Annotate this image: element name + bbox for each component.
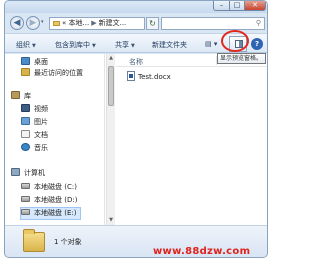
chevron-down-icon: ▼: [32, 43, 36, 49]
search-icon: ⚲: [255, 19, 261, 27]
help-icon[interactable]: ?: [251, 38, 263, 50]
folder-icon: [23, 229, 45, 252]
command-bar: 组织 ▼ 包含到库中 ▼ 共享 ▼ 新建文件夹 ▤ ▾ ?: [5, 33, 267, 53]
address-row: ◀ ▶ ▾ « 本地... ▶ 新建文... ↻ ⚲: [5, 13, 267, 33]
maximize-button[interactable]: □: [229, 1, 245, 11]
breadcrumb-local-disk[interactable]: 本地...: [69, 19, 90, 27]
refresh-button[interactable]: ↻: [146, 17, 159, 30]
explorer-window: – □ ✕ ◀ ▶ ▾ « 本地... ▶ 新建文... ↻ ⚲ 组织 ▼ 包含到库中…: [4, 0, 268, 258]
share-button[interactable]: 共享 ▼: [115, 40, 135, 50]
nav-item-label: 本地磁盘 (C:): [34, 183, 77, 191]
nav-item-documents[interactable]: 文档: [21, 130, 48, 141]
libraries-icon: [11, 91, 20, 99]
nav-item-drive-d[interactable]: 本地磁盘 (D:): [21, 195, 77, 206]
scrollbar-thumb[interactable]: [108, 66, 114, 106]
disk-drive-icon: [21, 183, 30, 189]
word-document-icon: [127, 71, 135, 81]
nav-item-label: 音乐: [34, 144, 48, 152]
nav-item-label: 文档: [34, 131, 48, 139]
nav-item-drive-c[interactable]: 本地磁盘 (C:): [21, 182, 77, 193]
preview-pane-button[interactable]: [229, 36, 247, 52]
nav-item-label: 计算机: [24, 169, 45, 177]
new-folder-button[interactable]: 新建文件夹: [152, 40, 187, 50]
disk-drive-icon: [21, 209, 30, 215]
pictures-library-icon: [21, 117, 30, 125]
desktop-icon: [21, 57, 30, 65]
nav-item-pictures[interactable]: 图片: [21, 117, 48, 128]
nav-item-recent-places[interactable]: 最近访问的位置: [21, 68, 83, 79]
breadcrumb-new-folder[interactable]: 新建文...: [99, 19, 127, 27]
include-in-library-label: 包含到库中: [55, 41, 90, 49]
address-overflow-chevron[interactable]: «: [62, 19, 66, 27]
nav-item-label: 最近访问的位置: [34, 69, 83, 77]
minimize-button[interactable]: –: [213, 1, 230, 11]
file-list-pane[interactable]: 名称 Test.docx: [116, 54, 267, 225]
share-label: 共享: [115, 41, 129, 49]
nav-item-desktop[interactable]: 桌面: [21, 57, 48, 68]
recent-pages-dropdown[interactable]: ▾: [41, 19, 44, 25]
title-bar: – □ ✕: [5, 1, 267, 13]
folder-icon: [53, 21, 60, 26]
search-input[interactable]: ⚲: [161, 17, 265, 30]
computer-icon: [11, 168, 20, 176]
scroll-up-icon[interactable]: ▲: [107, 54, 115, 63]
nav-item-label: 库: [24, 92, 31, 100]
nav-item-label: 视频: [34, 105, 48, 113]
nav-item-label: 本地磁盘 (E:): [34, 209, 77, 217]
documents-library-icon: [21, 130, 30, 138]
breadcrumb-separator-icon[interactable]: ▶: [91, 19, 96, 27]
nav-item-libraries[interactable]: 库: [11, 91, 31, 102]
nav-item-computer[interactable]: 计算机: [11, 168, 45, 179]
close-button[interactable]: ✕: [244, 1, 266, 11]
organize-button[interactable]: 组织 ▼: [16, 40, 36, 50]
back-button[interactable]: ◀: [10, 16, 24, 30]
nav-item-label: 本地磁盘 (D:): [34, 196, 78, 204]
scroll-down-icon[interactable]: ▼: [107, 216, 115, 225]
content-area: 桌面 最近访问的位置 库 视频 图片 文档 音乐 计算机 本地磁盘 (C:) 本…: [5, 54, 267, 225]
nav-item-music[interactable]: 音乐: [21, 143, 48, 154]
disk-drive-icon: [21, 196, 30, 202]
recent-places-icon: [21, 68, 30, 76]
preview-pane-tooltip: 显示预览窗格。: [217, 53, 266, 64]
address-bar[interactable]: « 本地... ▶ 新建文...: [49, 17, 145, 30]
organize-label: 组织: [16, 41, 30, 49]
chevron-down-icon: ▼: [92, 43, 96, 49]
change-view-button[interactable]: ▤ ▾: [205, 40, 217, 48]
video-library-icon: [21, 104, 30, 112]
chevron-down-icon: ▼: [131, 43, 135, 49]
nav-item-label: 桌面: [34, 58, 48, 66]
forward-button[interactable]: ▶: [26, 16, 40, 30]
nav-item-drive-e[interactable]: 本地磁盘 (E:): [19, 207, 82, 220]
file-name: Test.docx: [138, 73, 171, 81]
nav-item-videos[interactable]: 视频: [21, 104, 48, 115]
nav-item-label: 图片: [34, 118, 48, 126]
site-watermark: www.88dzw.com: [153, 246, 251, 257]
column-header-label: 名称: [129, 58, 143, 66]
navigation-pane[interactable]: 桌面 最近访问的位置 库 视频 图片 文档 音乐 计算机 本地磁盘 (C:) 本…: [5, 54, 105, 225]
music-library-icon: [21, 143, 30, 151]
details-pane: 1 个对象 www.88dzw.com: [5, 225, 267, 257]
item-count: 1 个对象: [54, 238, 82, 246]
include-in-library-button[interactable]: 包含到库中 ▼: [55, 40, 96, 50]
preview-pane-icon: [235, 40, 243, 48]
file-item[interactable]: Test.docx: [127, 71, 171, 83]
navigation-pane-scrollbar[interactable]: ▲ ▼: [106, 54, 115, 225]
